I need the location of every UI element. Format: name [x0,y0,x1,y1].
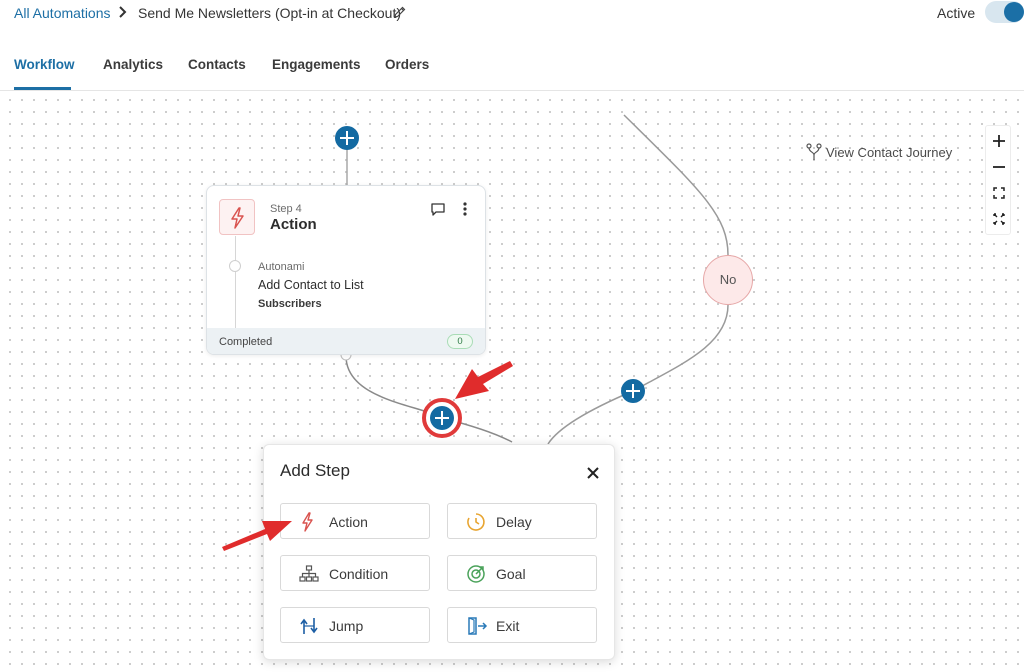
option-exit-button[interactable]: Exit [447,607,597,643]
step-count-badge: 0 [447,334,473,349]
target-icon [467,565,485,583]
step-list-name: Subscribers [258,298,322,310]
option-goal-label: Goal [496,566,526,582]
lightning-icon [231,207,244,229]
step-timeline-line [235,236,236,340]
add-step-button-top[interactable] [335,126,359,150]
step-card-action[interactable]: Step 4 Action Autonami Add Contact to Li… [206,185,486,355]
step-provider: Autonami [258,261,305,273]
more-vertical-icon[interactable] [460,201,470,217]
zoom-controls [985,125,1011,235]
fullscreen-icon[interactable] [986,206,1012,232]
option-jump-button[interactable]: Jump [280,607,430,643]
step-status: Completed [219,336,273,348]
add-step-button-main[interactable] [430,406,454,430]
view-contact-journey-label: View Contact Journey [826,145,953,160]
option-goal-button[interactable]: Goal [447,555,597,591]
option-condition-label: Condition [329,566,389,582]
add-step-popup: Add Step Action Delay Condition Goal Jum… [263,444,615,660]
option-exit-label: Exit [496,618,520,634]
step-footer: Completed 0 [207,328,485,354]
option-delay-label: Delay [496,514,532,530]
add-step-title: Add Step [280,461,350,480]
close-icon[interactable] [585,465,601,481]
condition-no-node[interactable]: No [703,255,753,305]
comment-icon[interactable] [430,202,446,216]
zoom-out-icon[interactable] [986,154,1012,180]
fork-icon [806,143,822,160]
step-task: Add Contact to List [258,278,364,292]
hierarchy-icon [299,565,319,582]
step-icon-box [219,199,255,235]
zoom-in-icon[interactable] [986,128,1012,154]
option-jump-label: Jump [329,618,364,634]
clock-icon [467,513,485,531]
fit-screen-icon[interactable] [986,180,1012,206]
step-type: Action [270,216,317,233]
option-delay-button[interactable]: Delay [447,503,597,539]
step-timeline-dot [229,260,241,272]
exit-icon [468,617,488,635]
lightning-icon [302,512,313,532]
add-step-button-right[interactable] [621,379,645,403]
option-condition-button[interactable]: Condition [280,555,430,591]
option-action-label: Action [329,514,368,530]
option-action-button[interactable]: Action [280,503,430,539]
step-number: Step 4 [270,203,302,215]
jump-icon [300,618,318,634]
